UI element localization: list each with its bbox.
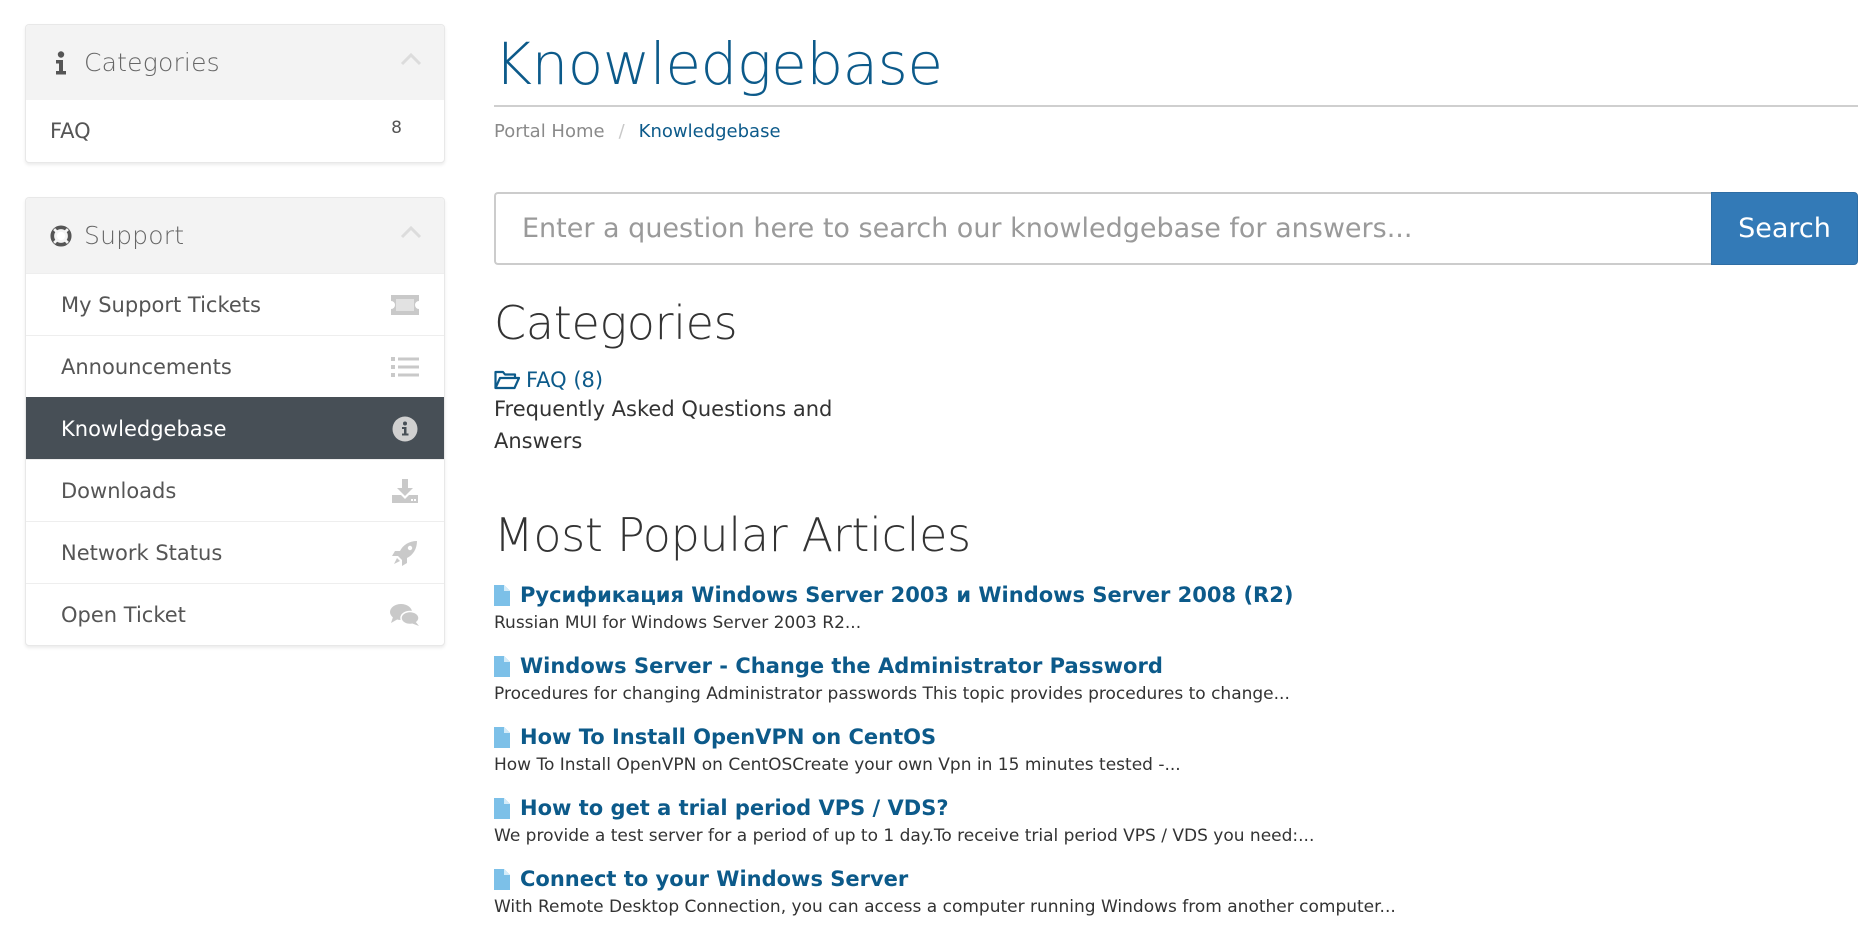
sidebar: Categories FAQ 8 Support My Support Tick… [25, 24, 445, 680]
main-content: Knowledgebase Portal Home / Knowledgebas… [494, 0, 1858, 917]
breadcrumb-separator: / [618, 121, 625, 142]
article-item: Windows Server - Change the Administrato… [494, 651, 1396, 722]
categories-panel: Categories FAQ 8 [25, 24, 445, 163]
rocket-icon [390, 538, 420, 568]
article-item: Connect to your Windows Server With Remo… [494, 864, 1396, 935]
article-snippet: How To Install OpenVPN on CentOSCreate y… [494, 755, 1181, 775]
support-panel-header[interactable]: Support [26, 198, 444, 273]
article-link[interactable]: Connect to your Windows Server [494, 864, 1396, 894]
support-panel: Support My Support Tickets Announcements [25, 197, 445, 646]
page-title: Knowledgebase [494, 0, 1858, 107]
sidebar-item-knowledgebase[interactable]: Knowledgebase [26, 397, 444, 459]
info-icon [50, 50, 72, 76]
sidebar-category-label: FAQ [50, 119, 91, 143]
article-title: How to get a trial period VPS / VDS? [520, 796, 949, 820]
category-description: Frequently Asked Questions and Answers [494, 397, 833, 453]
breadcrumb: Portal Home / Knowledgebase [494, 121, 1858, 142]
list-icon [390, 352, 420, 382]
sidebar-item-label: Announcements [61, 354, 232, 379]
knowledgebase-search: Search [494, 192, 1858, 265]
article-title: Русификация Windows Server 2003 и Window… [520, 583, 1294, 607]
popular-articles-heading: Most Popular Articles [494, 508, 971, 562]
popular-articles-list: Русификация Windows Server 2003 и Window… [494, 580, 1396, 935]
article-link[interactable]: How to get a trial period VPS / VDS? [494, 793, 1396, 823]
article-item: Русификация Windows Server 2003 и Window… [494, 580, 1396, 651]
sidebar-item-label: Open Ticket [61, 602, 186, 627]
sidebar-item-label: Network Status [61, 540, 223, 565]
search-input[interactable] [494, 192, 1711, 265]
breadcrumb-portal-home[interactable]: Portal Home [494, 121, 605, 142]
article-title: Connect to your Windows Server [520, 867, 909, 891]
document-icon [494, 584, 510, 606]
document-icon [494, 868, 510, 890]
document-icon [494, 726, 510, 748]
article-snippet: Russian MUI for Windows Server 2003 R2..… [494, 613, 862, 633]
category-link-faq[interactable]: FAQ (8) [494, 368, 894, 392]
categories-panel-title: Categories [84, 48, 220, 77]
document-icon [494, 797, 510, 819]
support-panel-title: Support [84, 221, 185, 250]
article-snippet: Procedures for changing Administrator pa… [494, 684, 1290, 704]
category-item: FAQ (8) Frequently Asked Questions and A… [494, 368, 894, 457]
sidebar-item-open-ticket[interactable]: Open Ticket [26, 583, 444, 645]
sidebar-item-label: Downloads [61, 478, 177, 503]
article-item: How to get a trial period VPS / VDS? We … [494, 793, 1396, 864]
article-link[interactable]: Русификация Windows Server 2003 и Window… [494, 580, 1396, 610]
article-item: How To Install OpenVPN on CentOS How To … [494, 722, 1396, 793]
sidebar-item-label: My Support Tickets [61, 292, 261, 317]
article-title: Windows Server - Change the Administrato… [520, 654, 1163, 678]
sidebar-category-count: 8 [391, 118, 402, 138]
download-icon [390, 476, 420, 506]
search-button[interactable]: Search [1711, 192, 1858, 265]
document-icon [494, 655, 510, 677]
sidebar-category-faq[interactable]: FAQ 8 [26, 100, 444, 162]
chevron-up-icon[interactable] [400, 51, 422, 67]
article-link[interactable]: How To Install OpenVPN on CentOS [494, 722, 1396, 752]
category-link-label: FAQ (8) [526, 368, 604, 392]
life-ring-icon [50, 223, 72, 249]
categories-panel-header[interactable]: Categories [26, 25, 444, 100]
article-title: How To Install OpenVPN on CentOS [520, 725, 937, 749]
folder-open-icon [494, 370, 520, 390]
sidebar-item-my-support-tickets[interactable]: My Support Tickets [26, 273, 444, 335]
sidebar-item-label: Knowledgebase [61, 416, 227, 441]
sidebar-item-network-status[interactable]: Network Status [26, 521, 444, 583]
article-link[interactable]: Windows Server - Change the Administrato… [494, 651, 1396, 681]
comments-icon [390, 600, 420, 630]
sidebar-item-downloads[interactable]: Downloads [26, 459, 444, 521]
chevron-up-icon[interactable] [400, 224, 422, 240]
breadcrumb-knowledgebase[interactable]: Knowledgebase [639, 121, 781, 142]
article-snippet: We provide a test server for a period of… [494, 826, 1315, 846]
article-snippet: With Remote Desktop Connection, you can … [494, 897, 1396, 917]
ticket-icon [390, 290, 420, 320]
categories-heading: Categories [494, 296, 738, 350]
sidebar-item-announcements[interactable]: Announcements [26, 335, 444, 397]
info-circle-icon [390, 414, 420, 444]
